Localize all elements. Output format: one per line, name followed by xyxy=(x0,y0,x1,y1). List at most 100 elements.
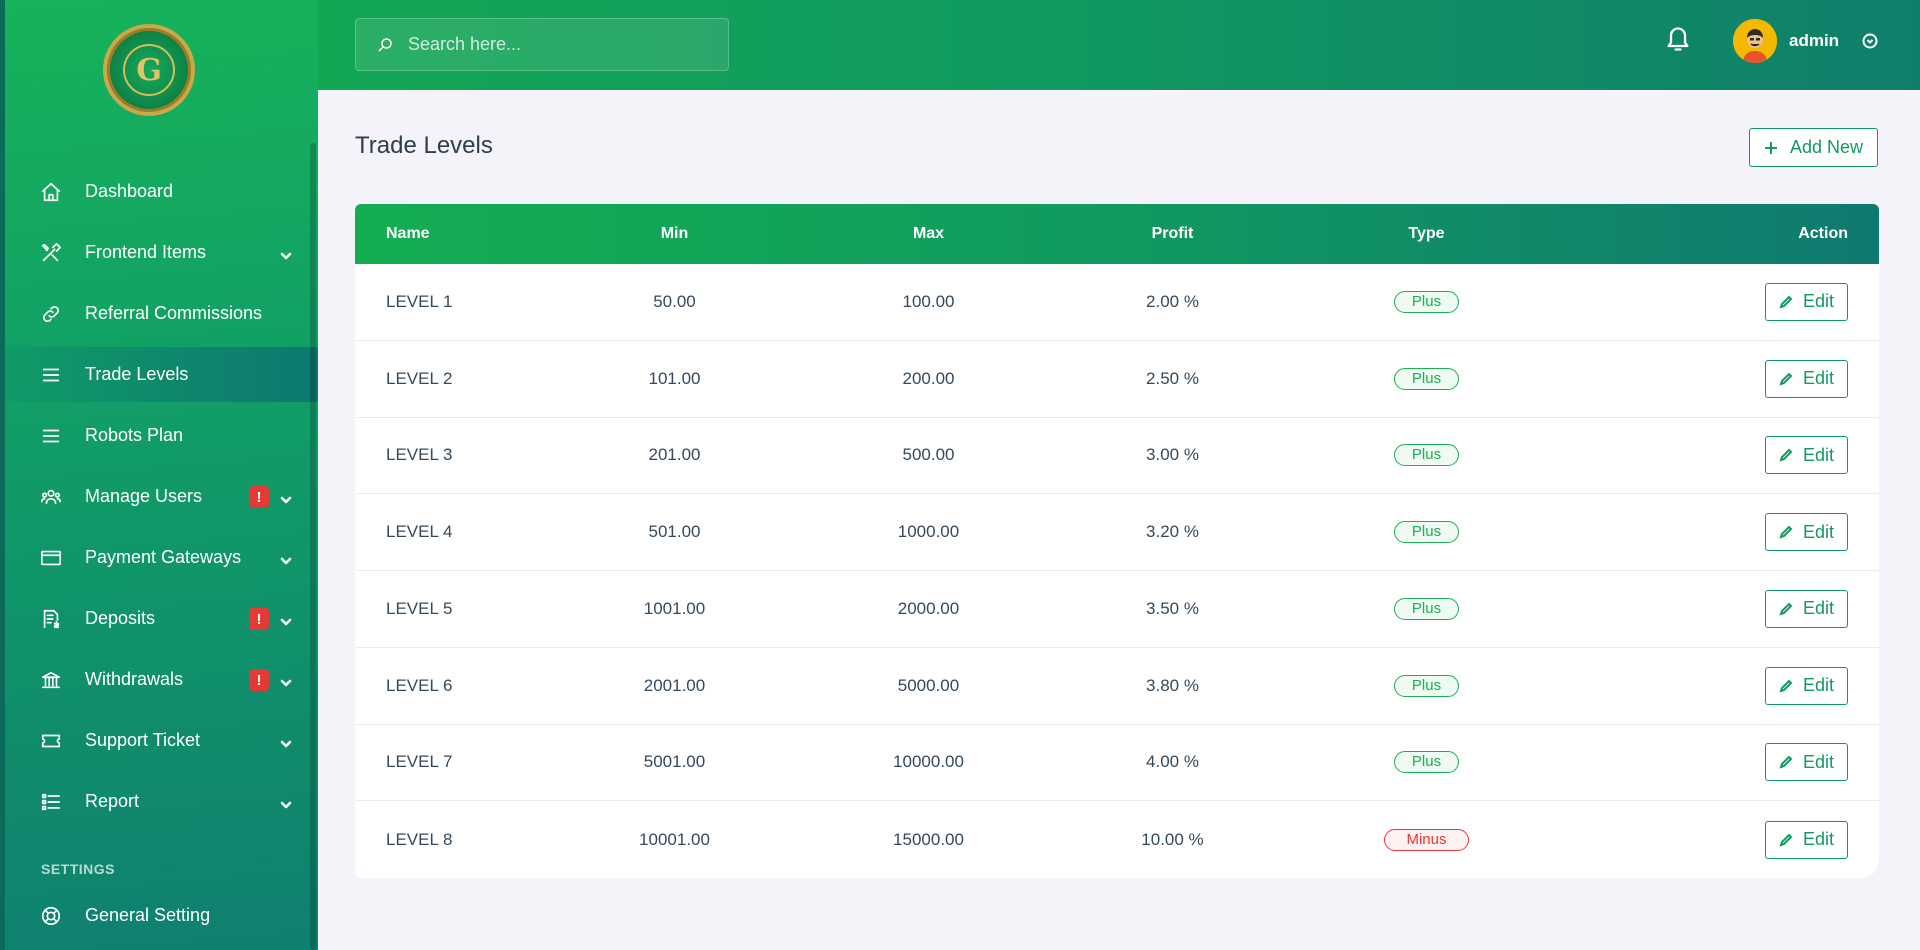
user-name[interactable]: admin xyxy=(1789,31,1839,51)
credit-card-icon xyxy=(40,547,62,569)
search-icon xyxy=(378,37,392,52)
edit-button[interactable]: Edit xyxy=(1765,820,1848,859)
cell-action: Edit xyxy=(1592,282,1879,321)
pencil-icon xyxy=(1779,525,1793,539)
cell-name: LEVEL 3 xyxy=(386,445,453,465)
sidebar-item-label: Frontend Items xyxy=(85,242,207,262)
pencil-icon xyxy=(1779,372,1793,386)
sidebar-item-frontend-items[interactable]: Frontend Items xyxy=(5,225,318,280)
cell-action: Edit xyxy=(1592,743,1879,782)
alert-badge: ! xyxy=(249,608,269,630)
sidebar-item-label: Manage Users xyxy=(85,486,203,506)
cell-action: Edit xyxy=(1592,589,1879,628)
chevron-down-icon xyxy=(279,247,293,261)
cell-type: Plus xyxy=(1261,290,1592,313)
menu-icon xyxy=(40,364,62,386)
edit-label: Edit xyxy=(1802,829,1835,850)
edit-button[interactable]: Edit xyxy=(1765,359,1848,398)
sidebar-item-referral-commissions[interactable]: Referral Commissions xyxy=(5,286,318,341)
table-row: LEVEL 5 1001.00 2000.00 3.50 % Plus Edit xyxy=(355,571,1879,648)
cell-max: 2000.00 xyxy=(897,598,960,618)
edit-button[interactable]: Edit xyxy=(1765,282,1848,321)
brand-logo[interactable]: G xyxy=(103,24,195,116)
lifebuoy-icon xyxy=(40,905,62,927)
edit-button[interactable]: Edit xyxy=(1765,436,1848,475)
type-badge: Plus xyxy=(1393,597,1460,620)
cell-action: Edit xyxy=(1592,513,1879,552)
sidebar-item-general-setting[interactable]: General Setting xyxy=(5,888,318,943)
sidebar-scrollbar[interactable] xyxy=(310,143,316,950)
search-input[interactable] xyxy=(408,34,708,55)
menu-icon xyxy=(40,425,62,447)
sidebar-item-label: General Setting xyxy=(85,905,211,925)
top-header: admin xyxy=(318,0,1920,90)
cell-type: Plus xyxy=(1261,521,1592,544)
chevron-down-icon xyxy=(279,552,293,566)
edit-button[interactable]: Edit xyxy=(1765,743,1848,782)
cell-profit: 3.20 % xyxy=(1146,522,1199,542)
add-new-button[interactable]: Add New xyxy=(1749,128,1878,167)
edit-label: Edit xyxy=(1802,521,1835,542)
type-badge: Plus xyxy=(1393,367,1460,390)
sidebar-item-dashboard[interactable]: Dashboard xyxy=(5,164,318,219)
cell-max: 200.00 xyxy=(902,368,955,388)
cell-profit: 3.50 % xyxy=(1146,598,1199,618)
edit-label: Edit xyxy=(1802,675,1835,696)
cell-profit: 2.00 % xyxy=(1146,291,1199,311)
table-row: LEVEL 1 50.00 100.00 2.00 % Plus Edit xyxy=(355,264,1879,341)
table-row: LEVEL 4 501.00 1000.00 3.20 % Plus Edit xyxy=(355,494,1879,571)
table-row: LEVEL 7 5001.00 10000.00 4.00 % Plus Edi… xyxy=(355,725,1879,802)
type-badge: Plus xyxy=(1393,290,1460,313)
cell-action: Edit xyxy=(1592,666,1879,705)
cell-min: 5001.00 xyxy=(643,752,706,772)
sidebar-item-label: Dashboard xyxy=(85,181,174,201)
sidebar-item-support-ticket[interactable]: Support Ticket xyxy=(5,713,318,768)
chevron-down-circle-icon[interactable] xyxy=(1861,32,1879,50)
search-box xyxy=(355,18,729,71)
sidebar: G Dashboard Frontend Items Referral Comm… xyxy=(0,0,318,950)
sidebar-item-report[interactable]: Report xyxy=(5,774,318,829)
sidebar-item-withdrawals[interactable]: Withdrawals ! xyxy=(5,652,318,707)
bank-icon xyxy=(40,669,62,691)
link-icon xyxy=(40,303,62,325)
cell-name: LEVEL 6 xyxy=(386,675,453,695)
type-badge: Plus xyxy=(1393,674,1460,697)
pencil-icon xyxy=(1779,448,1793,462)
cell-name: LEVEL 7 xyxy=(386,752,453,772)
logo-emblem: G xyxy=(123,44,175,96)
table-row: LEVEL 2 101.00 200.00 2.50 % Plus Edit xyxy=(355,341,1879,418)
type-badge: Plus xyxy=(1393,751,1460,774)
sidebar-item-manage-users[interactable]: Manage Users ! xyxy=(5,469,318,524)
pencil-icon xyxy=(1779,833,1793,847)
cell-min: 10001.00 xyxy=(639,829,710,849)
table-row: LEVEL 6 2001.00 5000.00 3.80 % Plus Edit xyxy=(355,648,1879,725)
cell-type: Plus xyxy=(1261,367,1592,390)
cell-name: LEVEL 4 xyxy=(386,522,453,542)
cell-action: Edit xyxy=(1592,820,1879,859)
sidebar-section-heading: SETTINGS xyxy=(41,861,116,877)
sidebar-item-robots-plan[interactable]: Robots Plan xyxy=(5,408,318,463)
edit-button[interactable]: Edit xyxy=(1765,589,1848,628)
cell-name: LEVEL 2 xyxy=(386,368,453,388)
cell-action: Edit xyxy=(1592,436,1879,475)
type-badge: Plus xyxy=(1393,521,1460,544)
bell-icon[interactable] xyxy=(1664,25,1692,53)
cell-max: 5000.00 xyxy=(897,675,960,695)
cell-profit: 3.00 % xyxy=(1146,445,1199,465)
edit-label: Edit xyxy=(1802,598,1835,619)
cell-name: LEVEL 8 xyxy=(386,829,453,849)
pencil-icon xyxy=(1779,755,1793,769)
sidebar-item-payment-gateways[interactable]: Payment Gateways xyxy=(5,530,318,585)
edit-button[interactable]: Edit xyxy=(1765,513,1848,552)
sidebar-item-label: Robots Plan xyxy=(85,425,184,445)
cell-max: 15000.00 xyxy=(893,829,964,849)
edit-label: Edit xyxy=(1802,444,1835,465)
sidebar-item-deposits[interactable]: Deposits ! xyxy=(5,591,318,646)
avatar[interactable] xyxy=(1733,19,1777,63)
alert-badge: ! xyxy=(249,669,269,691)
edit-label: Edit xyxy=(1802,291,1835,312)
sidebar-settings-nav: General Setting xyxy=(5,888,318,949)
sidebar-item-trade-levels[interactable]: Trade Levels xyxy=(5,347,318,402)
edit-button[interactable]: Edit xyxy=(1765,666,1848,705)
edit-label: Edit xyxy=(1802,751,1835,772)
